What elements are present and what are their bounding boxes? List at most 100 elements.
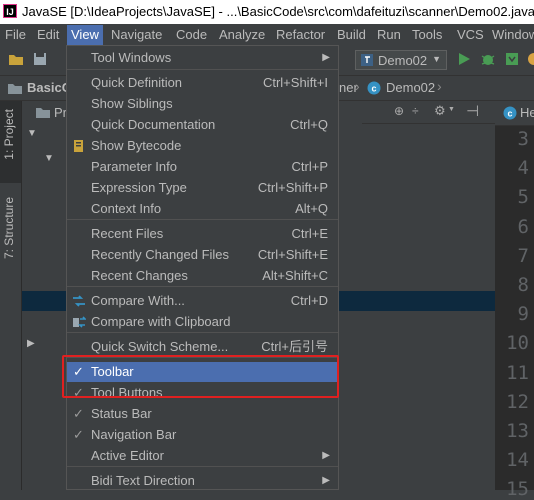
menu-window[interactable]: Window [492,26,534,44]
menu-item-label: Bidi Text Direction [91,473,195,488]
menu-item-shortcut: Ctrl+Shift+P [257,180,328,195]
collapse-all-icon[interactable]: ⊕ [394,104,404,118]
menu-item-label: Quick Documentation [91,117,216,132]
checkmark-icon: ✓ [73,406,84,421]
menu-item-label: Recent Files [91,226,164,241]
menu-item-shortcut: Alt+Q [295,201,328,216]
menu-refactor[interactable]: Refactor [276,26,325,44]
menu-item-status-bar[interactable]: ✓ Status Bar [67,404,338,424]
class-icon: c [367,81,381,95]
checkmark-icon: ✓ [73,427,84,442]
menu-item-parameter-info[interactable]: Parameter Info Ctrl+P [67,157,338,177]
svg-text:c: c [371,84,376,94]
menu-item-label: Tool Windows [91,50,172,65]
menu-analyze[interactable]: Analyze [219,26,265,44]
tree-collapse-icon[interactable]: ▶ [27,338,35,349]
title-bar: IJ JavaSE [D:\IdeaProjects\JavaSE] - ...… [0,0,534,24]
line-number: 4 [517,157,529,180]
menu-build[interactable]: Build [337,26,366,44]
menu-item-compare-with[interactable]: Compare With... Ctrl+D [67,291,338,311]
tree-expand-icon[interactable]: ▼ [27,128,37,139]
menu-item-recently-changed-files[interactable]: Recently Changed Files Ctrl+Shift+E [67,245,338,265]
nav-file[interactable]: Demo02 [386,80,435,95]
menu-item-shortcut: Ctrl+Q [290,117,328,132]
line-number: 11 [506,361,529,384]
menu-item-show-bytecode[interactable]: Show Bytecode [67,136,338,156]
submenu-arrow-icon: ▶ [322,475,330,486]
menu-item-quick-documentation[interactable]: Quick Documentation Ctrl+Q [67,115,338,135]
save-icon[interactable] [32,51,48,67]
line-number: 3 [517,128,529,150]
line-number: 9 [517,303,529,326]
line-number: 6 [517,215,529,238]
run-icon[interactable] [456,51,472,67]
line-number: 10 [506,332,529,355]
hide-panel-icon[interactable]: ⊣ [466,102,479,120]
tab-structure[interactable]: 7: Structure [2,197,16,259]
submenu-arrow-icon: ▶ [322,450,330,461]
gear-icon[interactable]: ⚙ [434,103,446,119]
menu-file[interactable]: File [5,26,26,44]
java-class-icon [361,54,373,66]
chevron-right-icon: › [437,78,442,94]
tab-project[interactable]: 1: Project [2,109,16,160]
left-tool-strip: 1: Project 7: Structure [0,101,22,490]
menu-item-expression-type[interactable]: Expression Type Ctrl+Shift+P [67,178,338,198]
menu-item-label: Show Bytecode [91,138,182,153]
menu-item-label: Recently Changed Files [91,247,230,262]
scroll-from-source-icon[interactable]: ÷ [412,104,419,118]
menu-item-tool-windows[interactable]: Tool Windows ▶ [67,48,338,68]
menu-item-recent-files[interactable]: Recent Files Ctrl+E [67,224,338,244]
editor-tab[interactable]: c He [495,101,534,126]
menu-separator [67,219,338,220]
menu-item-label: Active Editor [91,448,164,463]
menu-item-label: Navigation Bar [91,427,177,442]
open-folder-icon[interactable] [8,51,24,67]
coverage-icon[interactable] [504,51,520,67]
menu-navigate[interactable]: Navigate [111,26,162,44]
menu-code[interactable]: Code [176,26,207,44]
line-number: 14 [506,449,529,472]
window-title: JavaSE [D:\IdeaProjects\JavaSE] - ...\Ba… [22,4,534,19]
menu-item-label: Expression Type [91,180,187,195]
editor-area: c He 3 4 5 6 7 8 9 10 11 12 13 14 15 [495,101,534,500]
compare-clipboard-icon [72,315,87,329]
svg-text:c: c [507,109,512,119]
menu-item-compare-with-clipboard[interactable]: Compare with Clipboard [67,312,338,332]
menu-item-show-siblings[interactable]: Show Siblings [67,94,338,114]
menu-view[interactable]: View [67,25,103,45]
menu-separator [67,286,338,287]
run-config-selector[interactable]: Demo02 ▼ [355,50,447,70]
chevron-right-icon: › [355,78,360,94]
menu-run[interactable]: Run [377,26,401,44]
menu-item-navigation-bar[interactable]: ✓ Navigation Bar [67,425,338,445]
chevron-down-icon: ▼ [448,106,455,113]
menu-item-shortcut: Ctrl+E [291,226,328,241]
menu-vcs[interactable]: VCS [457,26,484,44]
menu-item-recent-changes[interactable]: Recent Changes Alt+Shift+C [67,266,338,286]
menu-item-bidi-text-direction[interactable]: Bidi Text Direction ▶ [67,471,338,491]
debug-icon[interactable] [480,51,496,67]
menu-item-quick-switch-scheme[interactable]: Quick Switch Scheme... Ctrl+后引号 [67,337,338,357]
menu-item-shortcut: Ctrl+Shift+E [257,247,328,262]
module-folder-icon [8,84,22,94]
menu-tools[interactable]: Tools [412,26,442,44]
project-panel-toolbar: ⊕ ÷ ⚙ ▼ ⊣ [362,101,495,124]
menu-item-quick-definition[interactable]: Quick Definition Ctrl+Shift+I [67,73,338,93]
menu-item-context-info[interactable]: Context Info Alt+Q [67,199,338,219]
menu-item-label: Recent Changes [91,268,188,283]
menu-item-shortcut: Ctrl+D [290,293,328,308]
menu-edit[interactable]: Edit [37,26,59,44]
menu-item-label: Quick Definition [91,75,183,90]
menu-item-label: Show Siblings [91,96,173,111]
tree-expand-icon[interactable]: ▼ [44,153,54,164]
nav-project[interactable]: BasicC [27,80,71,95]
menu-item-shortcut: Ctrl+P [291,159,328,174]
menu-bar: File Edit View Navigate Code Analyze Ref… [0,24,534,45]
profile-icon[interactable] [526,51,534,67]
menu-item-label: Parameter Info [91,159,177,174]
line-number: 15 [506,478,529,500]
line-number: 8 [517,274,529,296]
menu-item-shortcut: Ctrl+Shift+I [262,75,328,90]
menu-item-active-editor[interactable]: Active Editor ▶ [67,446,338,466]
